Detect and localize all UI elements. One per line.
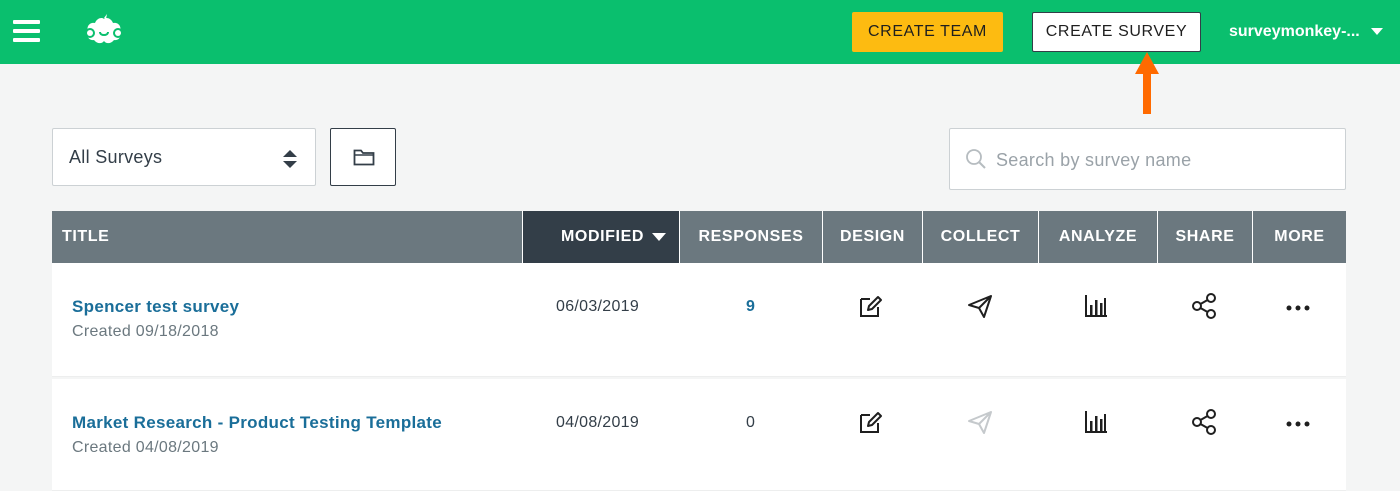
search-icon	[966, 149, 986, 169]
survey-title-link[interactable]: Market Research - Product Testing Templa…	[72, 413, 442, 433]
sort-descending-icon	[652, 233, 666, 241]
survey-created-date: Created 04/08/2019	[72, 439, 219, 456]
edit-icon[interactable]	[858, 409, 884, 435]
column-header-design: DESIGN	[822, 211, 922, 263]
table-row: Market Research - Product Testing Templa…	[52, 379, 1346, 491]
search-input[interactable]	[996, 141, 1336, 179]
folder-icon	[353, 149, 375, 166]
top-navigation-bar: CREATE TEAM CREATE SURVEY surveymonkey-.…	[0, 0, 1400, 64]
column-header-modified-label: MODIFIED	[561, 228, 645, 245]
create-survey-button[interactable]: CREATE SURVEY	[1032, 12, 1201, 52]
share-icon[interactable]	[1191, 293, 1217, 319]
column-header-more: MORE	[1252, 211, 1346, 263]
caret-down-icon[interactable]	[1371, 28, 1383, 35]
survey-title-link[interactable]: Spencer test survey	[72, 297, 239, 317]
column-header-modified[interactable]: MODIFIED	[522, 211, 679, 263]
column-header-analyze: ANALYZE	[1038, 211, 1157, 263]
column-header-title[interactable]: TITLE	[52, 211, 522, 263]
hamburger-menu-icon[interactable]	[13, 20, 41, 44]
survey-table-header: TITLE MODIFIED RESPONSES DESIGN COLLECT …	[52, 211, 1346, 263]
survey-modified-date: 04/08/2019	[556, 414, 640, 431]
folder-button[interactable]	[330, 128, 396, 186]
survey-responses-count: 0	[746, 414, 755, 431]
survey-search-box	[949, 128, 1346, 190]
surveymonkey-logo-icon[interactable]	[80, 12, 128, 48]
column-header-responses[interactable]: RESPONSES	[679, 211, 822, 263]
more-dots-icon[interactable]	[1285, 409, 1311, 435]
send-icon[interactable]	[967, 293, 993, 319]
survey-responses-count[interactable]: 9	[679, 298, 822, 316]
survey-filter-value: All Surveys	[69, 147, 163, 167]
sort-updown-icon	[283, 150, 297, 168]
share-icon[interactable]	[1191, 409, 1217, 435]
survey-filter-select[interactable]: All Surveys	[52, 128, 316, 186]
account-menu[interactable]: surveymonkey-...	[1229, 21, 1360, 43]
arrow-up-icon	[1135, 52, 1159, 114]
table-row: Spencer test survey Created 09/18/2018 0…	[52, 263, 1346, 377]
survey-created-date: Created 09/18/2018	[72, 323, 219, 340]
column-header-collect: COLLECT	[922, 211, 1038, 263]
bar-chart-icon[interactable]	[1083, 409, 1109, 435]
column-header-share: SHARE	[1157, 211, 1252, 263]
survey-modified-date: 06/03/2019	[556, 298, 640, 315]
create-team-button[interactable]: CREATE TEAM	[852, 12, 1003, 52]
edit-icon[interactable]	[858, 293, 884, 319]
bar-chart-icon[interactable]	[1083, 293, 1109, 319]
send-icon[interactable]	[967, 409, 993, 435]
more-dots-icon[interactable]	[1285, 293, 1311, 319]
